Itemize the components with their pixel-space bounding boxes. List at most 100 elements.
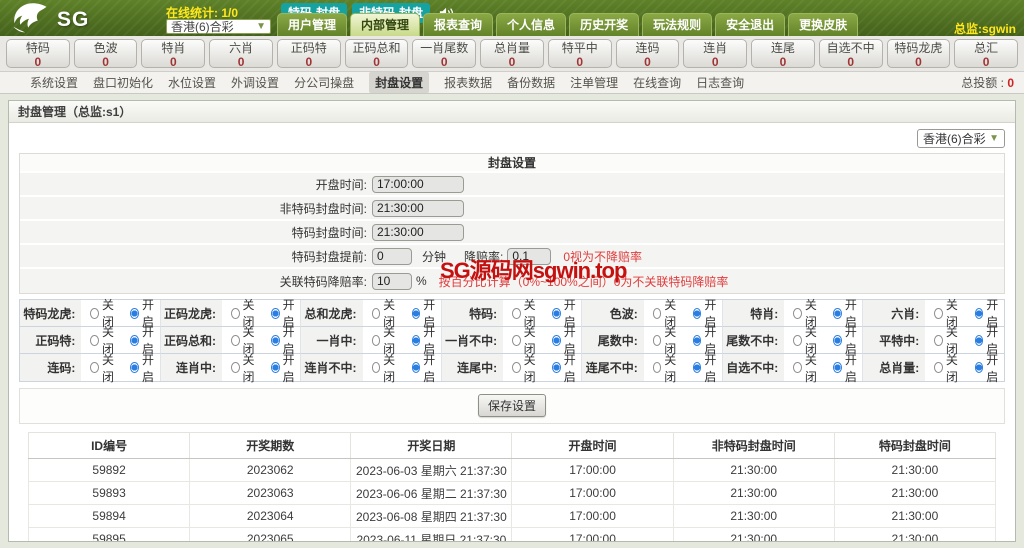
submenu-item[interactable]: 注单管理 [570,74,618,91]
panel-lottery-select[interactable]: 香港(6)合彩 ▼ [917,129,1005,148]
radio-close[interactable]: 关闭 [793,351,822,385]
lottery-select[interactable]: 香港(6)合彩 ▼ [166,19,271,34]
table-row[interactable]: 59894 2023064 2023-06-08 星期四 21:37:30 17:00… [27,504,997,528]
nav-tab[interactable]: 用户管理 [277,13,348,36]
nav-tab[interactable]: 内部管理 [350,13,421,36]
stat-button[interactable]: 特肖 0 [141,39,206,69]
radio-open-label: 开启 [704,352,717,384]
toggle-radios: 关闭 开启 [644,351,722,385]
seal-settings-form: 封盘设置 开盘时间: 非特码封盘时间: 特码封盘时间: 特码封盘提前: 分钟 [19,153,1005,294]
nav-tab[interactable]: 玩法规则 [642,13,713,36]
submenu-item[interactable]: 系统设置 [30,74,78,91]
radio-open[interactable]: 开启 [692,351,722,385]
table-cell: 17:00:00 [511,458,674,482]
table-cell: 2023063 [189,481,352,505]
radio-open[interactable]: 开启 [411,351,441,385]
toggle-label: 正码龙虎: [160,300,222,326]
submenu-item[interactable]: 封盘设置 [369,72,430,93]
related-odds-input[interactable] [372,272,412,290]
radio-close[interactable]: 关闭 [230,351,260,385]
toggle-label: 连尾中: [441,354,504,381]
stat-value: 0 [440,55,448,69]
table-header-row: ID编号 开奖期数 开奖日期 开盘时间 非特码封盘时间 特码封盘时间 [27,432,997,459]
save-settings-button[interactable]: 保存设置 [477,394,546,417]
radio-on-icon [833,362,842,373]
stat-button[interactable]: 总汇 0 [954,39,1019,69]
non-tema-seal-time-input[interactable] [372,199,464,217]
radio-close[interactable]: 关闭 [652,351,682,385]
radio-on-icon [271,307,280,319]
submenu-item[interactable]: 外调设置 [231,74,279,91]
table-row[interactable]: 59893 2023063 2023-06-06 星期二 21:37:30 17:00… [27,481,997,505]
stat-button[interactable]: 总肖量 0 [480,39,544,69]
stat-button[interactable]: 六肖 0 [209,39,273,69]
nav-tab[interactable]: 个人信息 [496,13,567,36]
radio-open[interactable]: 开启 [130,351,159,385]
radio-off-icon [793,362,802,373]
radio-close-label: 关闭 [945,352,958,384]
submenu-item[interactable]: 分公司操盘 [294,74,354,91]
stat-button[interactable]: 正码特 0 [276,39,341,69]
radio-close[interactable]: 关闭 [90,351,119,385]
radio-close[interactable]: 关闭 [371,351,401,385]
open-time-row: 开盘时间: [20,173,1004,197]
submenu-item[interactable]: 备份数据 [507,74,555,91]
radio-off-icon [90,334,99,346]
radio-open[interactable]: 开启 [974,351,1004,385]
submenu-item[interactable]: 水位设置 [168,74,216,91]
radio-off-icon [371,362,381,373]
tema-seal-time-input[interactable] [372,223,464,241]
stat-button[interactable]: 自选不中 0 [818,39,883,69]
radio-close-label: 关闭 [383,352,396,384]
stat-button[interactable]: 连肖 0 [683,39,748,69]
related-odds-label: 关联特码降赔率: [279,274,367,289]
toggle-label: 特码: [441,300,504,326]
stat-button[interactable]: 连尾 0 [751,39,815,69]
toggle-cell: 连肖不中: 关闭 开启 [301,353,442,384]
toggle-cell: 连尾中: 关闭 开启 [441,353,583,384]
stat-label: 总汇 [974,41,999,55]
stat-value: 0 [34,55,42,69]
stat-button[interactable]: 特平中 0 [547,39,612,69]
table-row[interactable]: 59892 2023062 2023-06-03 星期六 21:37:30 17:00… [27,458,997,482]
total-bet-value: 0 [1007,76,1014,90]
radio-open[interactable]: 开启 [271,351,300,385]
radio-open[interactable]: 开启 [552,351,581,385]
submenu-item[interactable]: 在线查询 [633,74,681,91]
toggle-label: 平特中: [863,327,926,353]
stat-button[interactable]: 色波 0 [73,39,138,69]
advance-minutes-input[interactable] [372,247,412,265]
stat-button[interactable]: 连码 0 [615,39,680,69]
open-time-input[interactable] [372,175,464,193]
radio-open[interactable]: 开启 [833,351,862,385]
radio-open-label: 开启 [282,352,295,384]
stat-button[interactable]: 特码 0 [6,39,70,69]
table-cell: 21:30:00 [833,527,997,541]
nav-tab[interactable]: 安全退出 [715,13,786,36]
nav-tab[interactable]: 更换皮肤 [788,13,859,36]
stat-button[interactable]: 特码龙虎 0 [886,39,951,69]
nav-tab[interactable]: 历史开奖 [569,13,640,36]
nav-tab[interactable]: 报表查询 [423,13,494,36]
stat-button[interactable]: 正码总和 0 [344,39,409,69]
stat-label: 特码龙虎 [894,41,943,55]
submenu-item[interactable]: 报表数据 [444,74,492,91]
stats-row: 特码 0 色波 0 特肖 0 六肖 0 正码特 0 正码总和 0 一肖尾数 0 总肖量 0 特平中 0 连码 0 连肖 0… [0,36,1024,72]
toggle-radios: 关闭 开启 [784,351,862,385]
radio-close[interactable]: 关闭 [512,351,541,385]
table-row[interactable]: 59895 2023065 2023-06-11 星期日 21:37:30 17:00… [27,527,997,541]
stat-button[interactable]: 一肖尾数 0 [412,39,477,69]
submenu-item[interactable]: 日志查询 [696,74,744,91]
toggle-label: 连尾不中: [582,354,644,381]
radio-close[interactable]: 关闭 [934,351,963,385]
radio-on-icon [411,307,421,319]
table-header-cell: 开盘时间 [511,432,674,459]
radio-off-icon [652,334,662,346]
tema-seal-time-row: 特码封盘时间: [20,221,1004,245]
stat-value: 0 [915,55,922,69]
panel-body: 香港(6)合彩 ▼ 封盘设置 开盘时间: 非特码封盘时间: 特码封盘时间: [9,129,1015,541]
table-header-cell: 非特码封盘时间 [672,432,835,459]
form-title: 封盘设置 [20,154,1004,173]
submenu-item[interactable]: 盘口初始化 [93,74,153,91]
table-cell: 21:30:00 [672,504,835,528]
